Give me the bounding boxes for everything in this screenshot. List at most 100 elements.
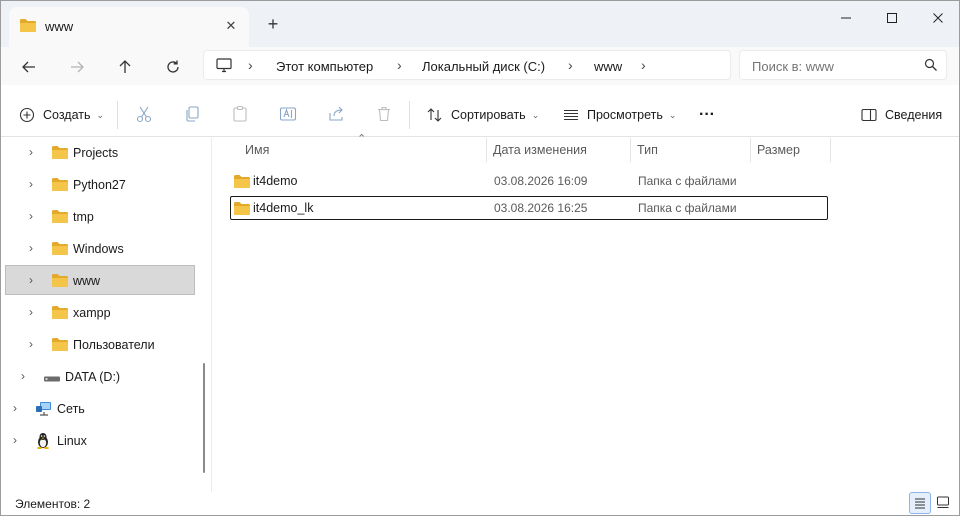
folder-icon xyxy=(233,174,251,192)
column-header-name[interactable]: Имя xyxy=(239,138,487,162)
file-name: it4demo xyxy=(253,174,298,188)
back-button[interactable] xyxy=(17,55,41,79)
chevron-right-icon[interactable]: › xyxy=(29,273,33,287)
divider xyxy=(117,101,118,129)
chevron-down-icon: ⌄ xyxy=(96,109,105,120)
folder-icon xyxy=(51,273,69,291)
refresh-button[interactable] xyxy=(161,55,185,79)
new-tab-button[interactable]: + xyxy=(263,15,283,35)
chevron-right-icon[interactable]: › xyxy=(641,57,646,73)
folder-icon xyxy=(51,337,69,355)
linux-icon xyxy=(35,432,51,452)
chevron-right-icon[interactable]: › xyxy=(29,209,33,223)
close-window-button[interactable] xyxy=(915,7,959,29)
file-type: Папка с файлами xyxy=(638,201,737,215)
tiles-view-button[interactable] xyxy=(933,492,955,514)
folder-icon xyxy=(19,18,37,36)
sidebar-item-projects[interactable]: › Projects xyxy=(5,138,195,168)
chevron-right-icon[interactable]: › xyxy=(29,241,33,255)
sidebar-item-data-drive[interactable]: › DATA (D:) xyxy=(5,362,195,392)
sidebar-item-label: DATA (D:) xyxy=(65,370,121,384)
drive-icon xyxy=(43,373,61,387)
up-button[interactable] xyxy=(113,55,137,79)
sidebar-scrollbar[interactable] xyxy=(203,363,205,473)
chevron-right-icon[interactable]: › xyxy=(29,337,33,351)
file-type: Папка с файлами xyxy=(638,174,737,188)
chevron-right-icon[interactable]: › xyxy=(29,145,33,159)
file-explorer-window: www ✕ + › Этот компьютер › Локальный дис… xyxy=(0,0,960,516)
sidebar-item-windows[interactable]: › Windows xyxy=(5,234,195,264)
more-options-button[interactable]: ··· xyxy=(699,93,715,137)
item-count: Элементов: 2 xyxy=(15,497,91,511)
sidebar-item-xampp[interactable]: › xampp xyxy=(5,298,195,328)
sidebar-item-python27[interactable]: › Python27 xyxy=(5,170,195,200)
rename-icon[interactable] xyxy=(279,105,299,125)
sort-button[interactable]: Сортировать ⌄ xyxy=(427,93,539,137)
file-modified: 03.08.2026 16:25 xyxy=(494,201,588,215)
sidebar-item-label: Пользователи xyxy=(73,338,155,352)
column-header-modified[interactable]: Дата изменения xyxy=(487,138,631,162)
chevron-right-icon[interactable]: › xyxy=(29,305,33,319)
computer-icon xyxy=(216,58,232,76)
folder-icon xyxy=(51,241,69,259)
title-bar: www ✕ + xyxy=(1,1,959,47)
breadcrumb-www[interactable]: www xyxy=(594,59,622,74)
sidebar-item-www[interactable]: › www xyxy=(5,265,195,295)
tiles-view-icon xyxy=(937,496,949,508)
divider xyxy=(409,101,410,129)
share-icon[interactable] xyxy=(327,105,347,125)
refresh-icon xyxy=(167,60,179,73)
view-list-icon xyxy=(564,109,578,121)
breadcrumb-local-disk[interactable]: Локальный диск (C:) xyxy=(422,59,545,74)
file-row[interactable]: it4demo_lk 03.08.2026 16:25 Папка с файл… xyxy=(230,196,828,220)
details-view-icon xyxy=(915,498,925,509)
sidebar-item-network[interactable]: › Сеть xyxy=(5,394,195,424)
paste-icon[interactable] xyxy=(231,105,251,125)
chevron-right-icon[interactable]: › xyxy=(29,177,33,191)
chevron-right-icon[interactable]: › xyxy=(21,369,25,383)
copy-icon[interactable] xyxy=(183,105,203,125)
chevron-right-icon[interactable]: › xyxy=(13,401,17,415)
forward-button[interactable] xyxy=(65,55,89,79)
cut-icon[interactable] xyxy=(135,105,155,125)
sidebar-item-linux[interactable]: › Linux xyxy=(5,426,195,456)
folder-icon xyxy=(233,201,251,219)
chevron-right-icon[interactable]: › xyxy=(13,433,17,447)
search-box[interactable] xyxy=(739,50,947,80)
chevron-right-icon: › xyxy=(568,57,573,73)
details-button[interactable]: Сведения xyxy=(861,93,942,137)
plus-circle-icon xyxy=(19,107,35,123)
sort-label: Сортировать xyxy=(451,108,526,122)
command-bar: Создать ⌄ Сортировать ⌄ Просмотреть ⌄ ··… xyxy=(1,93,959,137)
sort-icon xyxy=(427,108,442,122)
minimize-button[interactable] xyxy=(823,7,869,29)
sidebar-item-label: Projects xyxy=(73,146,119,160)
maximize-button[interactable] xyxy=(869,7,915,29)
details-view-button[interactable] xyxy=(909,492,931,514)
file-row[interactable]: it4demo 03.08.2026 16:09 Папка с файлами xyxy=(230,169,828,193)
breadcrumb-this-pc[interactable]: Этот компьютер xyxy=(276,59,373,74)
folder-icon xyxy=(51,209,69,227)
tab-www[interactable]: www ✕ xyxy=(9,7,249,47)
pane-divider[interactable] xyxy=(211,138,212,492)
view-button[interactable]: Просмотреть ⌄ xyxy=(563,93,676,137)
search-input[interactable] xyxy=(752,57,922,75)
sidebar-item-users[interactable]: › Пользователи xyxy=(5,330,195,360)
new-button[interactable]: Создать ⌄ xyxy=(19,93,104,137)
sidebar-item-tmp[interactable]: › tmp xyxy=(5,202,195,232)
chevron-down-icon: ⌄ xyxy=(668,109,677,120)
column-header-type[interactable]: Тип xyxy=(631,138,751,162)
column-header-size[interactable]: Размер xyxy=(751,138,831,162)
search-icon[interactable] xyxy=(924,58,938,75)
chevron-right-icon: › xyxy=(248,57,253,73)
chevron-right-icon: › xyxy=(397,57,402,73)
sidebar-item-label: Сеть xyxy=(57,402,85,416)
file-name: it4demo_lk xyxy=(253,201,314,215)
address-bar[interactable]: › Этот компьютер › Локальный диск (C:) ›… xyxy=(203,50,731,80)
details-label: Сведения xyxy=(885,108,943,122)
tab-close-icon[interactable]: ✕ xyxy=(221,16,241,36)
view-label: Просмотреть xyxy=(587,108,663,122)
network-icon xyxy=(35,401,53,420)
delete-icon[interactable] xyxy=(375,105,395,125)
chevron-down-icon: ⌄ xyxy=(531,109,540,120)
